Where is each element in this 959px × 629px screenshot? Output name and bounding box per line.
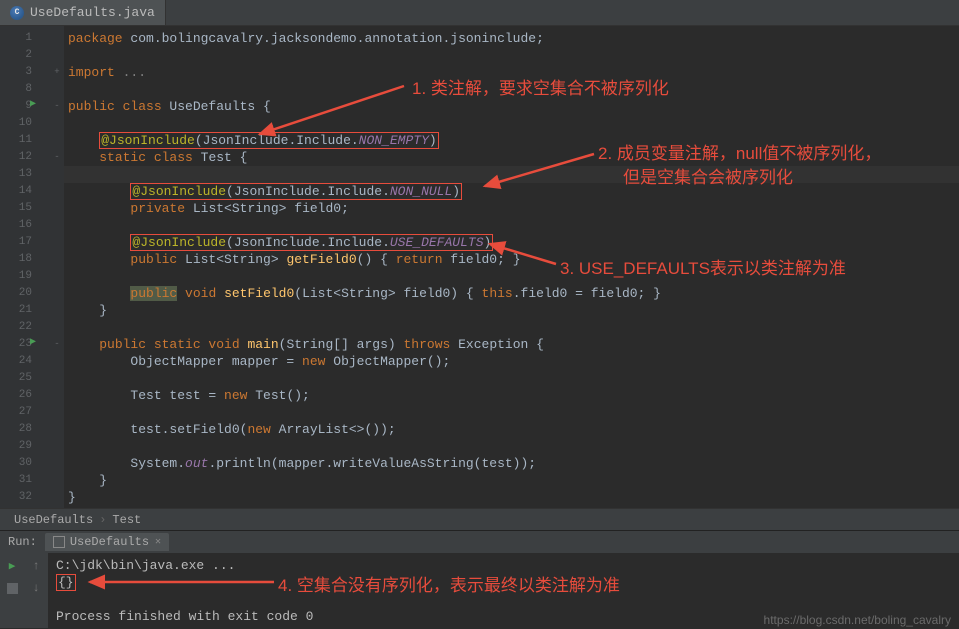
run-label: Run: [8, 535, 37, 549]
run-toolbar: ▶ [0, 553, 24, 628]
annotation-2a: 2. 成员变量注解，null值不被序列化， [598, 139, 881, 164]
breadcrumb-inner[interactable]: Test [112, 513, 141, 527]
editor: 12389▶1011121314151617181920212223▶24252… [0, 26, 959, 508]
arrow-up-icon[interactable]: ↑ [32, 559, 39, 573]
run-tab-name: UseDefaults [70, 535, 149, 549]
arrow-down-icon[interactable]: ↓ [32, 581, 39, 595]
tab-filename: UseDefaults.java [30, 5, 155, 20]
close-icon[interactable]: ✕ [155, 536, 161, 548]
watermark: https://blog.csdn.net/boling_cavalry [764, 613, 951, 627]
annotation-4: 4. 空集合没有序列化，表示最终以类注解为准 [278, 571, 620, 596]
annotation-3: 3. USE_DEFAULTS表示以类注解为准 [560, 254, 846, 279]
run-nav: ↑ ↓ [24, 553, 48, 628]
rerun-icon[interactable]: ▶ [9, 559, 16, 573]
file-tab[interactable]: C UseDefaults.java [0, 0, 166, 25]
line-number-gutter[interactable]: 12389▶1011121314151617181920212223▶24252… [0, 26, 50, 508]
run-gutter-icon[interactable]: ▶ [30, 98, 36, 110]
run-tab[interactable]: UseDefaults ✕ [45, 533, 169, 551]
stop-icon[interactable] [7, 583, 18, 594]
annotation-2b: 但是空集合会被序列化 [623, 163, 793, 188]
annotation-1: 1. 类注解，要求空集合不被序列化 [412, 74, 669, 99]
fold-column[interactable]: +--- [50, 26, 64, 508]
java-class-icon: C [10, 6, 24, 20]
run-gutter-icon[interactable]: ▶ [30, 336, 36, 348]
run-config-icon [53, 536, 65, 548]
chevron-right-icon: › [99, 513, 106, 527]
run-header: Run: UseDefaults ✕ [0, 531, 959, 553]
breadcrumb[interactable]: UseDefaults › Test [0, 508, 959, 530]
tab-bar: C UseDefaults.java [0, 0, 959, 26]
code-area[interactable]: 1. 类注解，要求空集合不被序列化 2. 成员变量注解，null值不被序列化， … [64, 26, 959, 508]
breadcrumb-class[interactable]: UseDefaults [14, 513, 93, 527]
